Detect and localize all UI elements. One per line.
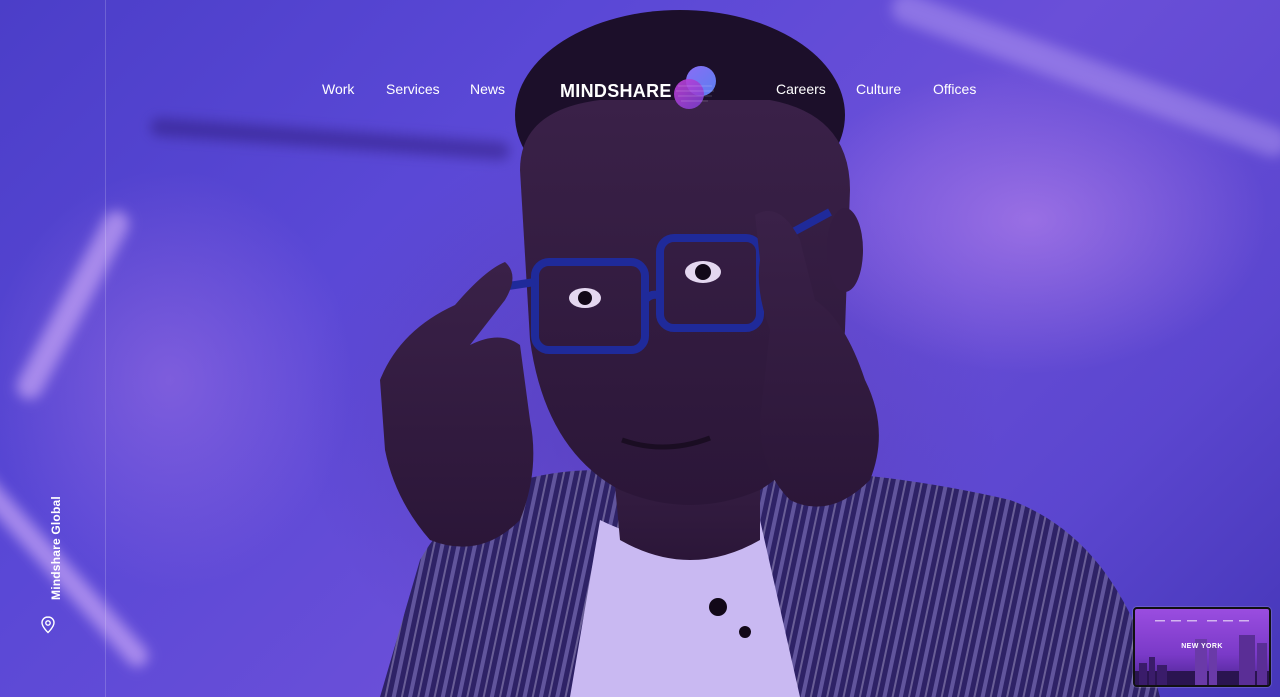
nav-link-careers[interactable]: Careers bbox=[776, 81, 826, 97]
logo-wordmark: MINDSHARE bbox=[560, 81, 672, 101]
nav-link-culture[interactable]: Culture bbox=[856, 81, 901, 97]
nav-link-offices[interactable]: Offices bbox=[933, 81, 976, 97]
logo-circles-icon bbox=[674, 66, 716, 109]
thumbnail-city-label: NEW YORK bbox=[1181, 643, 1223, 650]
nav-link-services[interactable]: Services bbox=[386, 81, 440, 97]
location-thumbnail[interactable]: NEW YORK bbox=[1133, 607, 1271, 687]
location-pin-icon[interactable] bbox=[40, 616, 56, 634]
mindshare-logo[interactable]: MINDSHARE bbox=[558, 64, 728, 114]
nav-link-work[interactable]: Work bbox=[322, 81, 354, 97]
hero-page: Mindshare Global Work Services News MIND… bbox=[0, 0, 1280, 697]
sidebar-region-label[interactable]: Mindshare Global bbox=[49, 496, 63, 600]
nav-link-news[interactable]: News bbox=[470, 81, 505, 97]
thumbnail-nav-dots bbox=[1155, 620, 1249, 622]
